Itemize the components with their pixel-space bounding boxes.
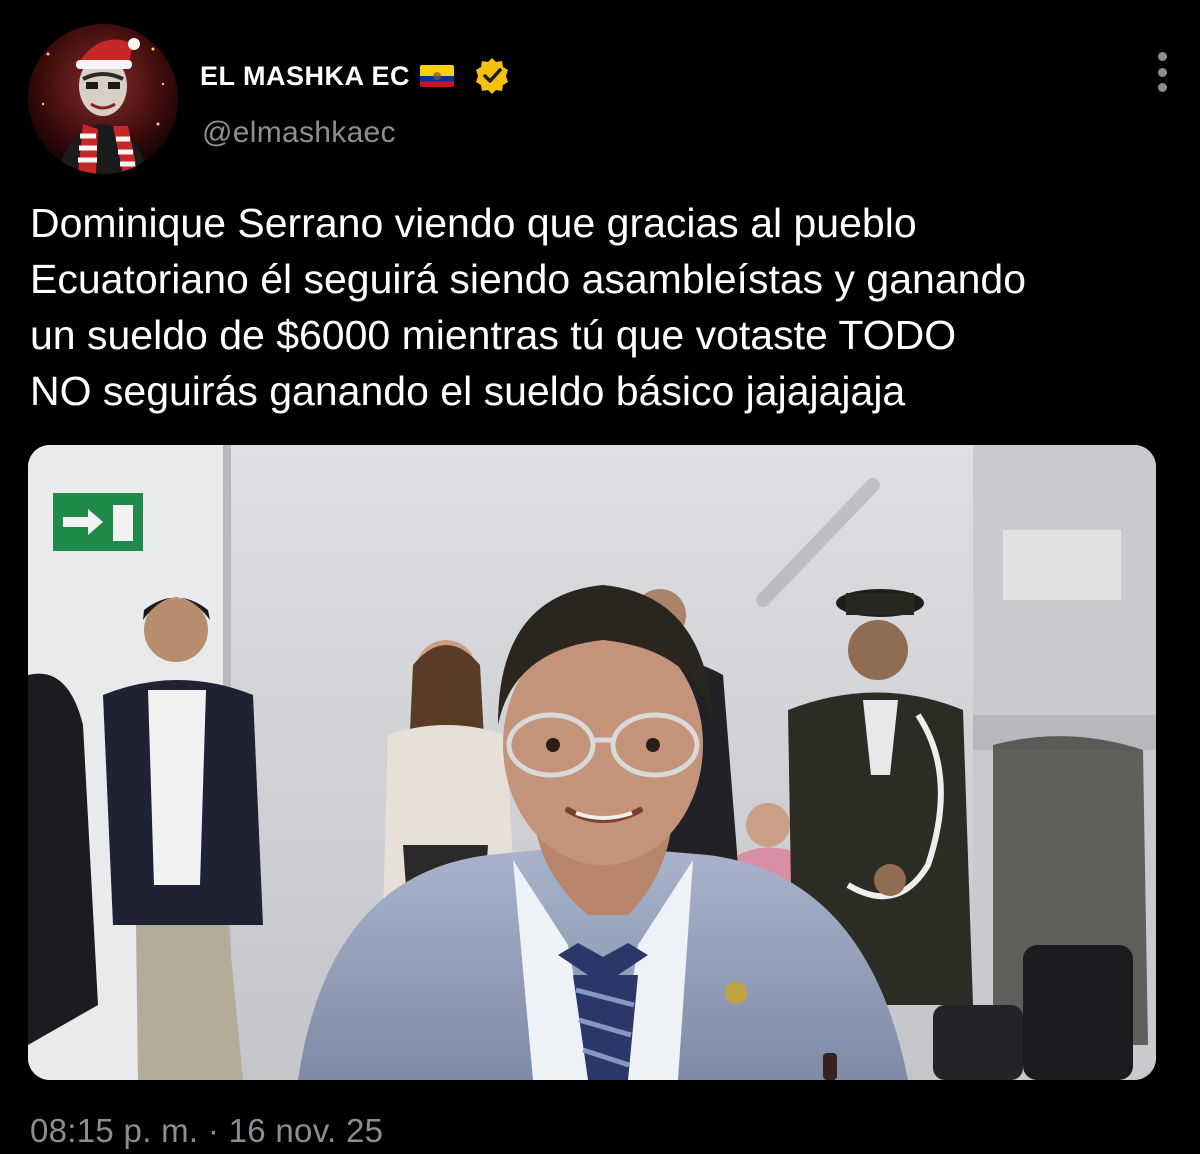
photo-image [28, 445, 1156, 1080]
tweet-text: Dominique Serrano viendo que gracias al … [30, 200, 1027, 414]
ecuador-flag-icon [420, 65, 455, 87]
tweet-photo[interactable] [28, 445, 1156, 1080]
verified-badge-icon[interactable] [472, 56, 512, 96]
author-handle[interactable]: @elmashkaec [202, 116, 396, 150]
tweet-timestamp[interactable]: 08:15 p. m. · 16 nov. 25 [30, 1112, 383, 1150]
author-display-name-row[interactable]: EL MASHKA EC [200, 56, 512, 96]
more-options-icon[interactable] [1148, 52, 1176, 92]
author-avatar[interactable] [28, 24, 178, 174]
avatar-image [28, 24, 178, 174]
author-display-name[interactable]: EL MASHKA EC [200, 61, 410, 92]
